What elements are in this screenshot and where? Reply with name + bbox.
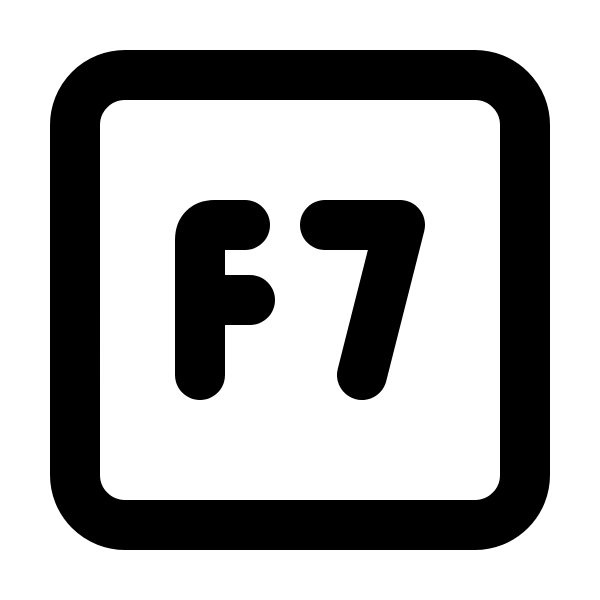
icon-canvas: F7 xyxy=(0,0,600,600)
f7-key-icon xyxy=(0,0,600,600)
